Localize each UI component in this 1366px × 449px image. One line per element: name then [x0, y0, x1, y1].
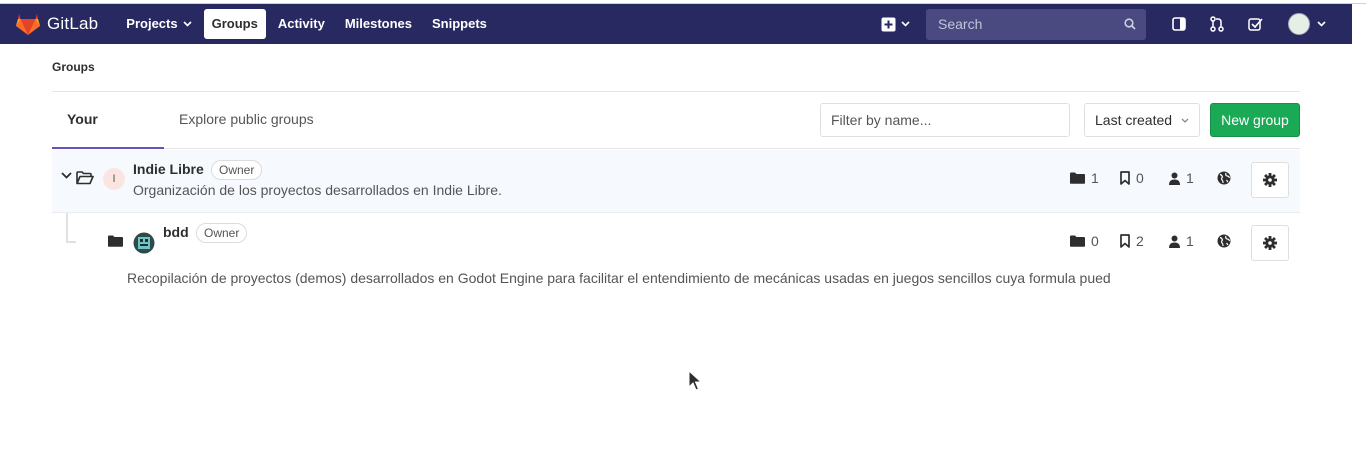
group-row-indie-libre[interactable]: I Indie Libre Owner Organización de los …: [52, 150, 1300, 213]
search-input[interactable]: [936, 15, 1106, 33]
groups-tabs-bar: Your groups Explore public groups Last c…: [52, 92, 1300, 182]
nav-projects-label: Projects: [126, 16, 178, 31]
nav-projects[interactable]: Projects: [118, 9, 199, 39]
group-name[interactable]: Indie Libre: [133, 161, 204, 177]
user-icon: [1169, 235, 1180, 248]
user-icon: [1169, 172, 1180, 185]
folder-icon: [108, 235, 123, 247]
tab-your-groups[interactable]: Your groups: [52, 92, 164, 182]
projects-count: 2: [1120, 233, 1144, 249]
tab-explore-public-groups[interactable]: Explore public groups: [164, 92, 329, 149]
filter-by-name-input[interactable]: [820, 103, 1070, 137]
group-description: Organización de los proyectos desarrolla…: [133, 182, 502, 198]
role-badge: Owner: [196, 223, 248, 243]
group-avatar-image[interactable]: [133, 232, 155, 254]
nav-activity[interactable]: Activity: [270, 9, 333, 39]
subgroups-count-value: 0: [1091, 233, 1099, 249]
projects-count: 0: [1120, 170, 1144, 186]
top-navbar: GitLab Projects Groups Activity Mileston…: [0, 4, 1352, 44]
new-group-button[interactable]: New group: [1210, 103, 1300, 137]
sort-dropdown-label: Last created: [1095, 112, 1173, 128]
navbar-right: [881, 4, 1352, 44]
chevron-down-icon[interactable]: [61, 172, 72, 179]
main-nav: Projects Groups Activity Milestones Snip…: [118, 9, 499, 39]
group-description: Recopilación de proyectos (demos) desarr…: [127, 270, 1110, 286]
members-count-value: 1: [1186, 233, 1194, 249]
new-menu-button[interactable]: [881, 17, 910, 32]
globe-icon: [1217, 234, 1231, 248]
folder-open-icon: [76, 171, 94, 185]
subgroups-count-value: 1: [1091, 170, 1099, 186]
folder-icon: [1070, 235, 1085, 247]
bookmark-icon: [1120, 171, 1130, 185]
chevron-down-icon: [901, 21, 910, 27]
tree-connector: [66, 213, 76, 243]
members-count: 1: [1169, 170, 1194, 186]
subgroups-count: 1: [1070, 170, 1099, 186]
user-avatar: [1288, 13, 1310, 35]
merge-requests-button[interactable]: [1205, 12, 1229, 36]
folder-icon: [1070, 172, 1085, 184]
chevron-down-icon: [183, 21, 192, 27]
search-icon: [1124, 18, 1136, 30]
gear-icon: [1263, 173, 1277, 187]
nav-groups[interactable]: Groups: [203, 9, 266, 39]
mouse-cursor-icon: [688, 370, 702, 391]
globe-icon: [1217, 171, 1231, 185]
search-field[interactable]: [926, 8, 1146, 40]
todos-button[interactable]: [1243, 12, 1267, 36]
group-avatar[interactable]: I: [103, 168, 125, 190]
projects-count-value: 0: [1136, 170, 1144, 186]
brand-name: GitLab: [47, 14, 99, 33]
bookmark-icon: [1120, 234, 1130, 248]
gear-icon: [1263, 236, 1277, 250]
group-settings-button[interactable]: [1251, 162, 1289, 198]
sidebar-toggle-button[interactable]: [1167, 12, 1191, 36]
plus-square-icon: [881, 17, 896, 31]
merge-request-icon: [1210, 16, 1224, 32]
nav-milestones[interactable]: Milestones: [337, 9, 420, 39]
gitlab-logo[interactable]: GitLab: [16, 13, 98, 35]
sidebar-icon: [1172, 17, 1186, 31]
breadcrumb[interactable]: Groups: [52, 60, 95, 74]
projects-count-value: 2: [1136, 233, 1144, 249]
group-settings-button[interactable]: [1251, 225, 1289, 261]
members-count: 1: [1169, 233, 1194, 249]
members-count-value: 1: [1186, 170, 1194, 186]
todo-check-icon: [1247, 18, 1263, 31]
subgroups-count: 0: [1070, 233, 1099, 249]
nav-snippets[interactable]: Snippets: [424, 9, 495, 39]
chevron-down-icon: [1181, 118, 1189, 123]
chevron-down-icon: [1317, 21, 1326, 27]
user-menu-button[interactable]: [1288, 13, 1326, 35]
role-badge: Owner: [211, 160, 263, 180]
group-row-bdd[interactable]: bdd Owner 0 2 1: [82, 213, 1300, 276]
group-name[interactable]: bdd: [163, 224, 189, 240]
sort-dropdown[interactable]: Last created: [1084, 103, 1200, 137]
gitlab-tanuki-icon: [16, 14, 40, 35]
